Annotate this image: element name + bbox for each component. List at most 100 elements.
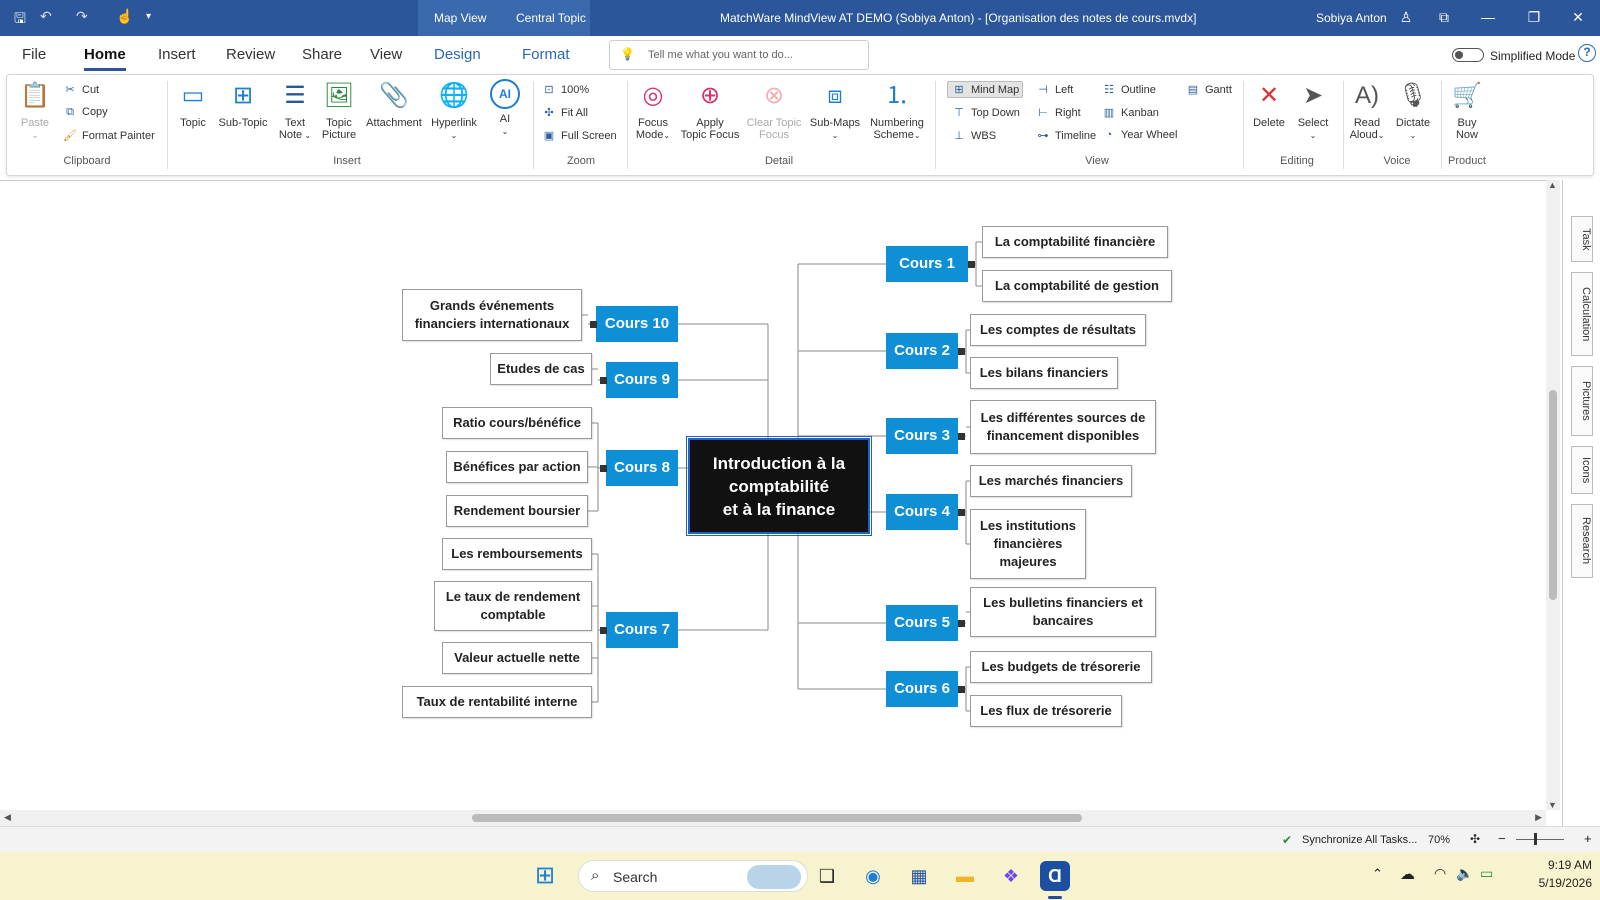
scroll-down-arrow[interactable]: ▼ bbox=[1548, 800, 1557, 810]
restore-icon[interactable]: ❐ bbox=[1524, 9, 1544, 26]
side-tab-task[interactable]: Task bbox=[1571, 216, 1593, 262]
collapse-handle[interactable] bbox=[968, 261, 975, 268]
hyperlink-button[interactable]: 🌐 Hyperlink ⌄ bbox=[427, 79, 481, 142]
numbering-scheme-button[interactable]: ⒈ Numbering Scheme⌄ bbox=[865, 79, 929, 142]
present-icon[interactable]: ⧉ bbox=[1434, 9, 1454, 26]
collapse-handle[interactable] bbox=[600, 465, 607, 472]
side-tab-calculation[interactable]: Calculation bbox=[1571, 272, 1593, 356]
mindview-app-icon[interactable]: Ɑ bbox=[1040, 861, 1070, 891]
volume-icon[interactable]: 🔈 bbox=[1456, 865, 1473, 882]
gantt-view-button[interactable]: ▤ Gantt bbox=[1185, 83, 1232, 96]
subtopic[interactable]: Taux de rentabilité interne bbox=[402, 686, 592, 718]
user-name[interactable]: Sobiya Anton bbox=[1316, 11, 1387, 25]
subtopic[interactable]: Ratio cours/bénéfice bbox=[442, 407, 592, 439]
sub-maps-button[interactable]: ⧈ Sub-Maps ⌄ bbox=[807, 79, 863, 142]
year-wheel-view-button[interactable]: ◔ Year Wheel bbox=[1101, 129, 1178, 141]
subtopic[interactable]: Bénéfices par action bbox=[446, 451, 588, 483]
collapse-handle[interactable] bbox=[958, 433, 965, 440]
focus-mode-button[interactable]: ◎ Focus Mode⌄ bbox=[631, 79, 675, 142]
top-down-view-button[interactable]: ⊤ Top Down bbox=[951, 106, 1020, 119]
clear-topic-focus-button[interactable]: ⊗ Clear Topic Focus bbox=[743, 79, 805, 141]
wifi-icon[interactable]: ◠ bbox=[1434, 865, 1446, 882]
format-painter-button[interactable]: 🖌 Format Painter bbox=[62, 129, 155, 142]
text-note-button[interactable]: ☰ Text Note ⌄ bbox=[277, 79, 313, 142]
dictate-button[interactable]: 🎙 Dictate ⌄ bbox=[1391, 79, 1435, 142]
clock-date[interactable]: 5/19/2026 bbox=[1522, 876, 1592, 890]
vertical-scroll-thumb[interactable] bbox=[1549, 390, 1557, 600]
subtopic[interactable]: Les comptes de résultats bbox=[970, 314, 1146, 346]
zoom-slider[interactable] bbox=[1516, 839, 1564, 840]
battery-icon[interactable]: ▭ bbox=[1480, 865, 1493, 882]
subtopic[interactable]: Les budgets de trésorerie bbox=[970, 651, 1152, 683]
side-tab-pictures[interactable]: Pictures bbox=[1571, 366, 1593, 436]
buy-now-button[interactable]: 🛒 Buy Now bbox=[1447, 79, 1487, 141]
redo-icon[interactable]: ↷ bbox=[76, 8, 88, 25]
chevron-up-icon[interactable]: ⌃ bbox=[1372, 866, 1383, 882]
store-icon[interactable]: ▦ bbox=[904, 861, 934, 891]
horizontal-scroll-thumb[interactable] bbox=[472, 814, 1082, 822]
collapse-handle[interactable] bbox=[958, 348, 965, 355]
delete-button[interactable]: ✕ Delete bbox=[1249, 79, 1289, 129]
fit-all-button[interactable]: ✣ Fit All bbox=[541, 106, 588, 119]
read-aloud-button[interactable]: A) Read Aloud⌄ bbox=[1347, 79, 1387, 142]
zoom-slider-thumb[interactable] bbox=[1534, 833, 1537, 845]
cloud-icon[interactable]: ☁ bbox=[1400, 865, 1415, 883]
subtopic[interactable]: Etudes de cas bbox=[490, 353, 592, 385]
collapse-handle[interactable] bbox=[958, 509, 965, 516]
copy-button[interactable]: ⧉ Copy bbox=[62, 106, 108, 119]
mind-map-view-button[interactable]: ⊞ Mind Map bbox=[947, 81, 1024, 98]
mind-map-canvas[interactable]: Introduction à la comptabilité et à la fin… bbox=[0, 180, 1560, 810]
menu-design[interactable]: Design bbox=[434, 46, 481, 63]
subtopic[interactable]: Valeur actuelle nette bbox=[442, 642, 592, 674]
cut-button[interactable]: ✂ Cut bbox=[62, 83, 99, 96]
timeline-view-button[interactable]: ⊶ Timeline bbox=[1035, 129, 1097, 142]
scroll-left-arrow[interactable]: ◀ bbox=[4, 812, 11, 823]
save-icon[interactable]: 🖫 bbox=[14, 8, 26, 32]
collapse-handle[interactable] bbox=[600, 627, 607, 634]
zoom-out-button[interactable]: − bbox=[1498, 831, 1506, 846]
subtopic-button[interactable]: ⊞ Sub-Topic bbox=[217, 79, 269, 129]
subtopic[interactable]: La comptabilité financière bbox=[982, 226, 1168, 258]
touch-mode-icon[interactable]: ☝ bbox=[116, 8, 133, 25]
subtopic[interactable]: Les bulletins financiers et bancaires bbox=[970, 587, 1156, 637]
sync-all-tasks-link[interactable]: Synchronize All Tasks... bbox=[1302, 834, 1417, 846]
subtopic[interactable]: Les flux de trésorerie bbox=[970, 695, 1122, 727]
outline-view-button[interactable]: ☷ Outline bbox=[1101, 83, 1156, 96]
side-tab-icons[interactable]: Icons bbox=[1571, 446, 1593, 494]
menu-home[interactable]: Home bbox=[84, 46, 126, 71]
undo-icon[interactable]: ↶ bbox=[40, 8, 52, 25]
subtopic[interactable]: Les marchés financiers bbox=[970, 465, 1132, 497]
ai-button[interactable]: AI AI ⌄ bbox=[487, 79, 523, 138]
minimize-icon[interactable]: — bbox=[1478, 9, 1498, 25]
collapse-handle[interactable] bbox=[958, 620, 965, 627]
course-topic[interactable]: Cours 9 bbox=[606, 362, 678, 398]
topic-picture-button[interactable]: 🖼 Topic Picture bbox=[319, 79, 359, 141]
collapse-handle[interactable] bbox=[958, 686, 965, 693]
customize-toolbar-icon[interactable]: ▾ bbox=[146, 11, 151, 22]
left-view-button[interactable]: ⊣ Left bbox=[1035, 83, 1073, 96]
kanban-view-button[interactable]: ▥ Kanban bbox=[1101, 106, 1159, 119]
menu-format[interactable]: Format bbox=[522, 46, 570, 63]
course-topic[interactable]: Cours 2 bbox=[886, 333, 958, 369]
taskbar-search[interactable]: ⌕ Search bbox=[578, 860, 808, 892]
course-topic[interactable]: Cours 6 bbox=[886, 671, 958, 707]
clock-time[interactable]: 9:19 AM bbox=[1536, 858, 1592, 872]
central-topic[interactable]: Introduction à la comptabilité et à la fin… bbox=[686, 436, 872, 536]
menu-share[interactable]: Share bbox=[302, 46, 342, 63]
attachment-button[interactable]: 📎 Attachment bbox=[363, 79, 425, 129]
scroll-right-arrow[interactable]: ▶ bbox=[1535, 812, 1542, 823]
right-view-button[interactable]: ⊢ Right bbox=[1035, 106, 1080, 119]
course-topic[interactable]: Cours 10 bbox=[596, 306, 678, 342]
subtopic[interactable]: Grands événements financiers internationa… bbox=[402, 289, 582, 341]
subtopic[interactable]: Les bilans financiers bbox=[970, 357, 1118, 389]
subtopic[interactable]: Les remboursements bbox=[442, 538, 592, 570]
windows-start-icon[interactable]: ⊞ bbox=[530, 861, 560, 891]
zoom-in-button[interactable]: + bbox=[1584, 831, 1592, 846]
paste-button[interactable]: 📋 Paste ⌄ bbox=[15, 79, 55, 141]
subtopic[interactable]: Rendement boursier bbox=[446, 495, 588, 527]
menu-view[interactable]: View bbox=[370, 46, 402, 63]
course-topic[interactable]: Cours 5 bbox=[886, 605, 958, 641]
subtopic[interactable]: Les différentes sources de financement di… bbox=[970, 400, 1156, 454]
course-topic[interactable]: Cours 1 bbox=[886, 246, 968, 282]
file-explorer-icon[interactable]: ▬ bbox=[950, 861, 980, 891]
